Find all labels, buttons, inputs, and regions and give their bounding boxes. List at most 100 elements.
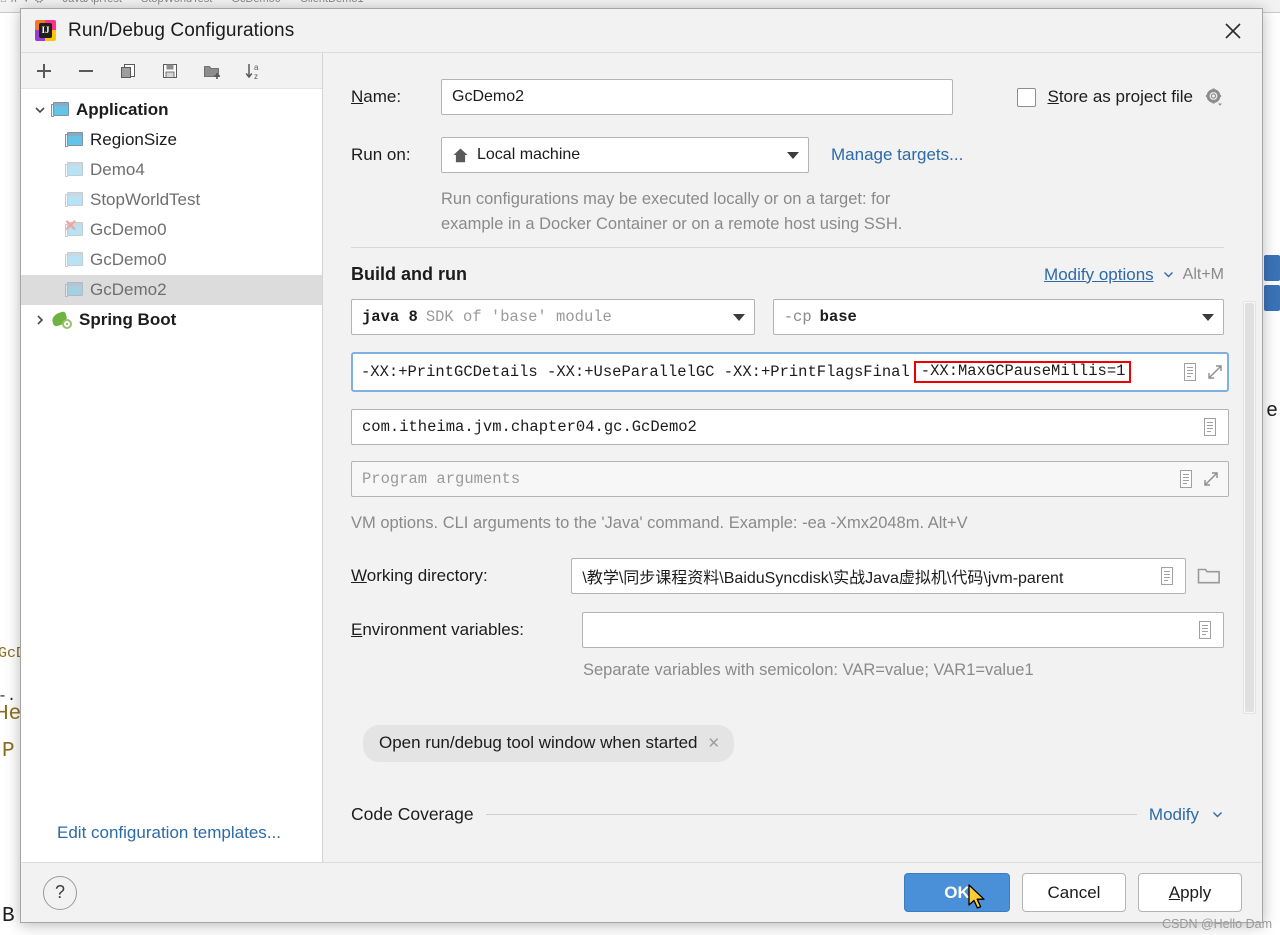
apply-button[interactable]: Apply bbox=[1138, 873, 1242, 912]
cancel-button[interactable]: Cancel bbox=[1022, 873, 1126, 912]
chevron-down-icon[interactable] bbox=[724, 300, 754, 334]
ide-tab-hint: ⌂ ⊼ ▼ ⛭ bbox=[0, 0, 44, 6]
environment-variables-editor-icon[interactable] bbox=[1193, 615, 1217, 645]
edit-configuration-templates-link[interactable]: Edit configuration templates... bbox=[57, 823, 281, 843]
chevron-right-icon[interactable] bbox=[29, 313, 51, 327]
working-directory-macros-icon[interactable] bbox=[1155, 561, 1179, 591]
open-tool-window-chip[interactable]: Open run/debug tool window when started … bbox=[363, 725, 735, 762]
run-on-help-line-2: example in a Docker Container or on a re… bbox=[441, 215, 903, 233]
classpath-module-value: base bbox=[819, 308, 857, 326]
sidebar-group-application[interactable]: Application bbox=[21, 95, 322, 125]
save-configuration-button[interactable] bbox=[157, 58, 183, 84]
modify-options-link[interactable]: Modify options bbox=[1044, 265, 1154, 285]
environment-variables-label: Environment variables: bbox=[351, 620, 524, 639]
program-arguments-editor-icon[interactable] bbox=[1174, 464, 1198, 494]
scrollbar-thumb[interactable] bbox=[1245, 303, 1254, 712]
section-divider bbox=[351, 247, 1224, 248]
sidebar-item-regionsize[interactable]: RegionSize bbox=[21, 125, 322, 155]
application-icon bbox=[65, 162, 83, 178]
ide-code-fragment: B bbox=[2, 905, 15, 928]
sort-alphabetically-icon[interactable]: a z bbox=[241, 58, 267, 84]
chevron-down-icon[interactable] bbox=[29, 103, 51, 117]
sidebar-item-demo4[interactable]: Demo4 bbox=[21, 155, 322, 185]
run-on-row: Run on: Local machine Manage targets... bbox=[351, 137, 1224, 173]
close-icon[interactable] bbox=[1204, 9, 1262, 52]
content-scrollbar[interactable] bbox=[1243, 301, 1256, 714]
close-icon[interactable]: ✕ bbox=[707, 734, 720, 752]
sidebar-item-gcdemo2[interactable]: GcDemo2 bbox=[21, 275, 322, 305]
jre-classpath-row: java 8 SDK of 'base' module -cp base bbox=[351, 299, 1224, 335]
application-error-icon: ✕ bbox=[64, 218, 83, 238]
sidebar-item-stopworldtest[interactable]: StopWorldTest bbox=[21, 185, 322, 215]
configuration-editor-scroll: Name: GcDemo2 Store as project file Run … bbox=[323, 53, 1262, 862]
environment-variables-input[interactable] bbox=[581, 612, 1224, 648]
vm-options-editor-icon[interactable] bbox=[1178, 357, 1202, 387]
name-row: Name: GcDemo2 Store as project file bbox=[351, 79, 1224, 115]
main-class-browse-icon[interactable] bbox=[1198, 412, 1222, 442]
chevron-down-icon[interactable] bbox=[1162, 268, 1175, 281]
ide-gutter-marker bbox=[1264, 255, 1280, 281]
working-directory-row: Working directory: \教学\同步课程资料\BaiduSyncd… bbox=[351, 558, 1224, 594]
store-as-project-file-checkbox[interactable] bbox=[1017, 87, 1037, 107]
application-icon bbox=[65, 252, 83, 268]
main-class-input[interactable]: com.itheima.jvm.chapter04.gc.GcDemo2 bbox=[351, 409, 1229, 445]
modify-options-group: Modify options Alt+M bbox=[1044, 265, 1224, 285]
svg-text:z: z bbox=[254, 72, 258, 81]
ide-code-fragment: e bbox=[1265, 400, 1278, 423]
working-directory-input[interactable]: \教学\同步课程资料\BaiduSyncdisk\实战Java虚拟机\代码\jv… bbox=[571, 558, 1186, 594]
sidebar-footer: Edit configuration templates... bbox=[21, 804, 322, 862]
intellij-idea-icon: IJ bbox=[35, 20, 56, 41]
application-icon bbox=[65, 192, 83, 208]
home-icon bbox=[452, 147, 469, 164]
error-mark-icon: ✕ bbox=[64, 218, 78, 235]
vm-options-annotation-highlight: -XX:MaxGCPauseMillis=1 bbox=[913, 360, 1132, 384]
main-class-value: com.itheima.jvm.chapter04.gc.GcDemo2 bbox=[362, 418, 697, 436]
ide-gutter-marker bbox=[1264, 285, 1280, 311]
sidebar-item-label: Spring Boot bbox=[79, 310, 177, 329]
chevron-down-icon[interactable] bbox=[1193, 300, 1223, 334]
section-divider bbox=[485, 814, 1137, 815]
ide-tab-hint: GcDemo0 bbox=[231, 0, 281, 6]
run-on-target-value: Local machine bbox=[477, 146, 581, 163]
code-coverage-modify-link[interactable]: Modify bbox=[1149, 805, 1199, 825]
dialog-body: a z Application RegionSize Demo4 StopWor… bbox=[21, 53, 1262, 862]
store-as-project-file-group: Store as project file bbox=[1017, 87, 1224, 107]
store-as-project-file-label: Store as project file bbox=[1047, 87, 1193, 106]
jre-select[interactable]: java 8 SDK of 'base' module bbox=[351, 299, 755, 335]
sidebar-item-label: GcDemo0 bbox=[90, 250, 167, 269]
sidebar-item-gcdemo0[interactable]: GcDemo0 bbox=[21, 245, 322, 275]
sidebar-item-gcdemo0-error[interactable]: ✕ GcDemo0 bbox=[21, 215, 322, 245]
sidebar-group-spring-boot[interactable]: Spring Boot bbox=[21, 305, 322, 335]
remove-configuration-button[interactable] bbox=[73, 58, 99, 84]
vm-options-input[interactable]: -XX:+PrintGCDetails -XX:+UseParallelGC -… bbox=[351, 352, 1229, 392]
classpath-module-select[interactable]: -cp base bbox=[772, 299, 1224, 335]
working-directory-label: Working directory: bbox=[351, 566, 488, 585]
run-on-target-select[interactable]: Local machine bbox=[441, 137, 809, 173]
ide-code-fragment: He bbox=[0, 703, 22, 726]
spring-boot-icon bbox=[50, 310, 73, 329]
vm-options-base-text: -XX:+PrintGCDetails -XX:+UseParallelGC -… bbox=[361, 363, 910, 381]
vm-options-help-text: VM options. CLI arguments to the 'Java' … bbox=[351, 514, 968, 532]
chevron-down-icon[interactable] bbox=[1211, 808, 1224, 821]
jre-module-hint: SDK of 'base' module bbox=[425, 308, 612, 326]
help-button[interactable]: ? bbox=[43, 875, 77, 910]
ide-tab-hint: ClientDemo1 bbox=[300, 0, 364, 6]
add-configuration-button[interactable] bbox=[31, 58, 57, 84]
chevron-down-icon[interactable] bbox=[778, 138, 808, 172]
code-coverage-title: Code Coverage bbox=[351, 804, 474, 824]
expand-icon[interactable] bbox=[1200, 468, 1222, 490]
new-folder-icon[interactable] bbox=[199, 58, 225, 84]
expand-icon[interactable] bbox=[1204, 361, 1226, 383]
manage-targets-link[interactable]: Manage targets... bbox=[831, 145, 963, 165]
classpath-prefix: -cp bbox=[783, 308, 812, 326]
name-input[interactable]: GcDemo2 bbox=[441, 79, 953, 115]
ok-button[interactable]: OK bbox=[904, 873, 1010, 912]
browse-folder-icon[interactable] bbox=[1194, 561, 1224, 591]
copy-configuration-button[interactable] bbox=[115, 58, 141, 84]
application-icon bbox=[65, 282, 83, 298]
jre-value: java 8 bbox=[362, 308, 418, 326]
modify-options-shortcut: Alt+M bbox=[1182, 265, 1224, 283]
gear-icon[interactable] bbox=[1204, 87, 1224, 107]
ide-code-fragment: P bbox=[2, 740, 15, 763]
program-arguments-input[interactable]: Program arguments bbox=[351, 461, 1229, 497]
